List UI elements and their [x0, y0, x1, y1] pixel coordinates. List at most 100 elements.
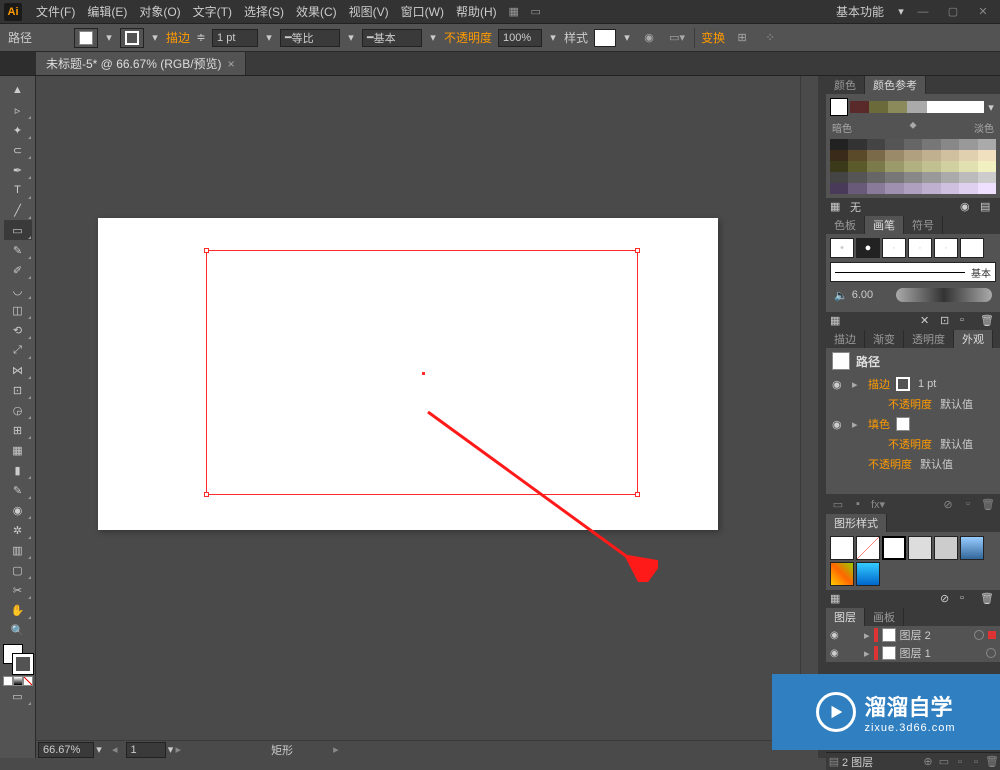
layer-name[interactable]: 图层 2: [900, 627, 970, 643]
tab-symbols[interactable]: 符号: [904, 216, 943, 234]
tab-color-guide[interactable]: 颜色参考: [865, 76, 926, 94]
add-effect-icon[interactable]: fx▾: [870, 497, 886, 511]
stroke-swatch-mini[interactable]: [896, 377, 910, 391]
base-color-swatch[interactable]: [830, 98, 848, 116]
width-tool[interactable]: ⋈: [4, 360, 32, 380]
delete-icon[interactable]: 🗑: [980, 497, 996, 511]
delete-brush-icon[interactable]: 🗑: [980, 314, 996, 328]
resize-handle[interactable]: [635, 248, 640, 253]
opacity-input[interactable]: [498, 29, 542, 47]
menu-file[interactable]: 文件(F): [30, 3, 81, 20]
graphic-style[interactable]: [960, 536, 984, 560]
break-link-icon[interactable]: ⊘: [940, 592, 956, 606]
graphic-style[interactable]: [908, 536, 932, 560]
document-tab[interactable]: 未标题-5* @ 66.67% (RGB/预览) ×: [36, 52, 246, 75]
new-fill-icon[interactable]: ▪: [850, 497, 866, 511]
pencil-tool[interactable]: ✐: [4, 260, 32, 280]
grid-icon[interactable]: ▦: [503, 3, 525, 21]
tab-brushes[interactable]: 画笔: [865, 216, 904, 234]
menu-select[interactable]: 选择(S): [238, 3, 290, 20]
panel-collapse-strip[interactable]: [818, 76, 826, 758]
symbol-sprayer-tool[interactable]: ✲: [4, 520, 32, 540]
graphic-style[interactable]: [856, 536, 880, 560]
opacity-label[interactable]: 不透明度: [444, 29, 492, 46]
tab-artboards[interactable]: 画板: [865, 608, 904, 626]
graphic-style[interactable]: [934, 536, 958, 560]
brush-preset[interactable]: ·: [882, 238, 906, 258]
tab-transparency[interactable]: 透明度: [904, 330, 954, 348]
mesh-tool[interactable]: ▦: [4, 440, 32, 460]
calligraphic-preview[interactable]: [896, 288, 992, 302]
chevron-down-icon[interactable]: ▾: [622, 31, 632, 44]
new-stroke-icon[interactable]: ▭: [830, 497, 846, 511]
edit-colors-icon[interactable]: ◉: [960, 200, 976, 214]
graphic-style[interactable]: [882, 536, 906, 560]
fill-stroke-indicator[interactable]: [3, 644, 33, 674]
recolor-icon[interactable]: ◉: [638, 29, 660, 47]
brush-basic-preview[interactable]: 基本: [830, 262, 996, 282]
tab-color[interactable]: 颜色: [826, 76, 865, 94]
color-variations-grid[interactable]: [830, 139, 996, 194]
resize-handle[interactable]: [204, 248, 209, 253]
menu-effect[interactable]: 效果(C): [290, 3, 343, 20]
new-sublayer-icon[interactable]: ▫: [952, 755, 968, 769]
rotate-tool[interactable]: ⟲: [4, 320, 32, 340]
vertical-scrollbar[interactable]: [800, 76, 818, 740]
tab-gradient[interactable]: 渐变: [865, 330, 904, 348]
chevron-down-icon[interactable]: ▾: [346, 31, 356, 44]
target-icon[interactable]: [986, 648, 996, 658]
resize-handle[interactable]: [204, 492, 209, 497]
eraser-tool[interactable]: ◫: [4, 300, 32, 320]
clear-appearance-icon[interactable]: ⊘: [940, 497, 956, 511]
styles-library-icon[interactable]: ▦: [830, 592, 846, 606]
new-brush-icon[interactable]: ▫: [960, 314, 976, 328]
layer-row[interactable]: ◉ ▸ 图层 1: [826, 644, 1000, 662]
horizontal-scrollbar[interactable]: ▾ ◂ ▾ ▸ 矩形 ▸: [36, 740, 800, 758]
chevron-down-icon[interactable]: ▾: [166, 743, 176, 756]
chevron-down-icon[interactable]: ▾: [150, 31, 160, 44]
tab-swatches[interactable]: 色板: [826, 216, 865, 234]
stroke-label[interactable]: 描边: [166, 29, 190, 46]
save-colors-icon[interactable]: ▤: [980, 200, 996, 214]
chevron-down-icon[interactable]: ▾: [986, 101, 996, 114]
column-graph-tool[interactable]: ▥: [4, 540, 32, 560]
brush-preset[interactable]: [960, 238, 984, 258]
duplicate-icon[interactable]: ▫: [960, 497, 976, 511]
menu-object[interactable]: 对象(O): [133, 3, 186, 20]
tab-graphic-styles[interactable]: 图形样式: [826, 514, 887, 532]
line-tool[interactable]: ╱: [4, 200, 32, 220]
chevron-down-icon[interactable]: ▾: [548, 31, 558, 44]
visibility-icon[interactable]: ◉: [832, 418, 846, 431]
blend-tool[interactable]: ◉: [4, 500, 32, 520]
tab-stroke-panel[interactable]: 描边: [826, 330, 865, 348]
locate-icon[interactable]: ⊕: [920, 755, 936, 769]
brush-preset[interactable]: ·: [908, 238, 932, 258]
brush-definition[interactable]: ━ 基本: [362, 29, 422, 47]
chevron-down-icon[interactable]: ≑: [196, 31, 206, 44]
isolate-icon[interactable]: ⁘: [759, 29, 781, 47]
layer-row[interactable]: ◉ ▸ 图层 2: [826, 626, 1000, 644]
target-icon[interactable]: [974, 630, 984, 640]
workspace-switcher[interactable]: 基本功能: [828, 3, 892, 20]
stroke-swatch[interactable]: [120, 28, 144, 48]
menu-help[interactable]: 帮助(H): [450, 3, 503, 20]
selection-tool[interactable]: ▲: [4, 80, 32, 100]
brush-library-icon[interactable]: ▦: [830, 314, 846, 328]
chevron-down-icon[interactable]: ▾: [104, 31, 114, 44]
zoom-tool[interactable]: 🔍: [4, 620, 32, 640]
appearance-opacity-row[interactable]: 不透明度 默认值: [826, 394, 1000, 414]
delete-style-icon[interactable]: 🗑: [980, 592, 996, 606]
hand-tool[interactable]: ✋: [4, 600, 32, 620]
eyedropper-tool[interactable]: ✎: [4, 480, 32, 500]
layer-name[interactable]: 图层 1: [900, 645, 982, 661]
new-layer-icon[interactable]: ▫: [968, 755, 984, 769]
pen-tool[interactable]: ✒: [4, 160, 32, 180]
shape-builder-tool[interactable]: ◶: [4, 400, 32, 420]
chevron-right-icon[interactable]: ▸: [852, 378, 862, 391]
appearance-stroke-row[interactable]: ◉ ▸ 描边 1 pt: [826, 374, 1000, 394]
tab-appearance[interactable]: 外观: [954, 330, 993, 348]
align-icon[interactable]: ▭▾: [666, 29, 688, 47]
screen-mode-tool[interactable]: ▭: [4, 686, 32, 706]
artboard-tool[interactable]: ▢: [4, 560, 32, 580]
brush-options-icon[interactable]: ⊡: [940, 314, 956, 328]
